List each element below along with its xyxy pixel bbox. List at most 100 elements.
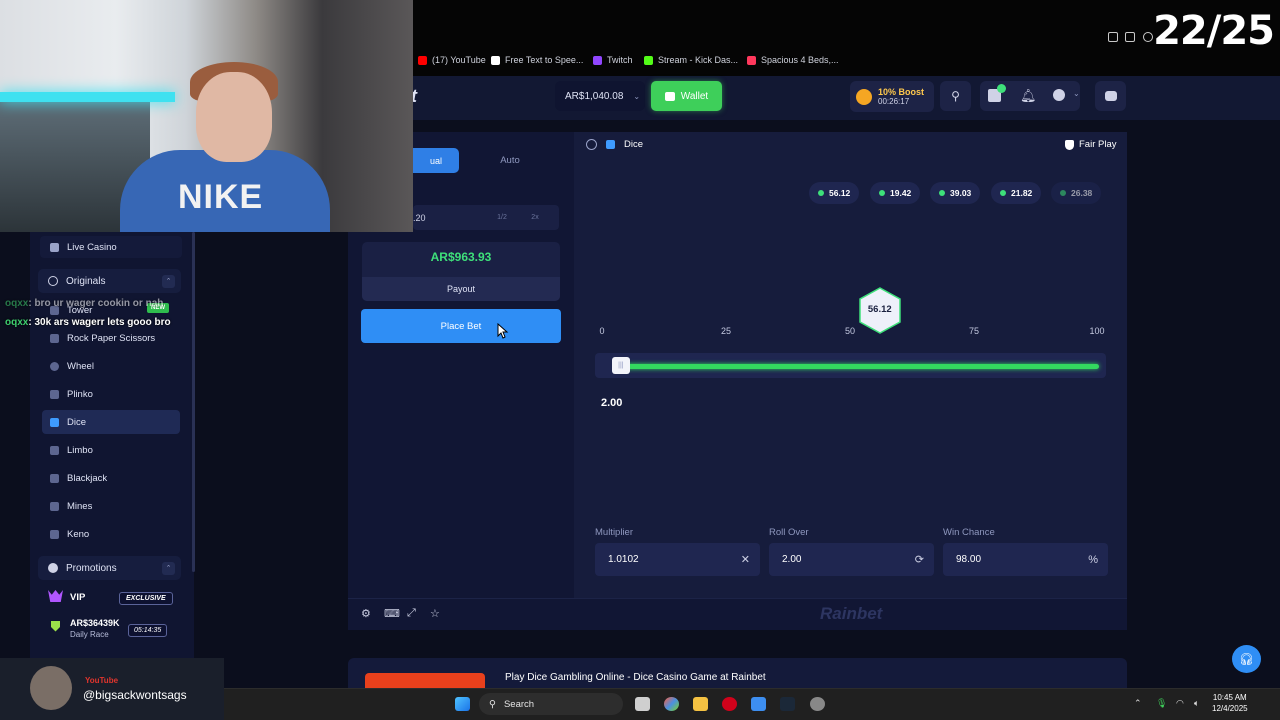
- windows-start-icon[interactable]: [455, 697, 470, 711]
- originals-icon: [48, 276, 58, 286]
- live-icon: [50, 242, 59, 252]
- sidebar-section-originals[interactable]: Originals ⌃: [38, 269, 181, 293]
- kick-icon: [644, 55, 653, 65]
- win-chance-field[interactable]: 98.00%: [943, 543, 1108, 576]
- obs-icon[interactable]: [810, 697, 825, 711]
- folder-icon[interactable]: [693, 697, 708, 711]
- multiplier-label: Multiplier: [595, 527, 634, 538]
- recent-result: 39.03: [930, 182, 981, 204]
- recent-result: 56.12: [809, 182, 860, 204]
- game-title: Dice: [586, 139, 643, 150]
- sidebar-item-live-casino[interactable]: Live Casino: [42, 235, 180, 259]
- sidebar-item-plinko[interactable]: Plinko: [42, 382, 180, 406]
- avatar: [30, 666, 72, 710]
- shield-icon[interactable]: [1143, 32, 1153, 42]
- expand-icon[interactable]: ⤢: [407, 607, 416, 620]
- wager-counter: 22/25: [1153, 8, 1275, 54]
- sidebar-section-promotions[interactable]: Promotions ⌃: [38, 556, 181, 580]
- close-icon[interactable]: ✕: [741, 553, 750, 566]
- bookmark-kick[interactable]: Stream - Kick Das...: [644, 55, 738, 65]
- pin-icon[interactable]: [1108, 32, 1118, 42]
- recent-result: 21.82: [991, 182, 1042, 204]
- task-view-icon[interactable]: [635, 697, 650, 711]
- copilot-icon[interactable]: [664, 697, 679, 711]
- exclusive-badge: EXCLUSIVE: [119, 592, 173, 605]
- webcam-overlay: NIKE: [0, 0, 413, 232]
- chat-button[interactable]: [1095, 81, 1126, 111]
- race-label[interactable]: Daily Race: [70, 630, 109, 639]
- rainbet-logo: Rainbet: [820, 604, 883, 623]
- scale-label: 0: [599, 326, 605, 336]
- support-button[interactable]: 🎧︎: [1232, 645, 1261, 673]
- chevron-up-icon[interactable]: ⌃: [162, 561, 175, 575]
- sidebar-scrollbar[interactable]: [192, 232, 195, 572]
- tab-auto[interactable]: Auto: [462, 148, 558, 173]
- result-value: 56.12: [867, 304, 892, 315]
- headset-icon: 🎧︎: [1238, 652, 1255, 666]
- game-toolbar: [348, 598, 1127, 630]
- bookmark-youtube[interactable]: (17) YouTube: [418, 55, 486, 65]
- sidebar-item-dice[interactable]: Dice: [42, 410, 180, 434]
- sidebar-item-mines[interactable]: Mines: [42, 494, 180, 518]
- boost-title: 10% Boost: [878, 87, 925, 97]
- bookmark-twitch[interactable]: Twitch: [593, 55, 633, 65]
- bookmark-airbnb[interactable]: Spacious 4 Beds,...: [747, 55, 839, 65]
- steam-icon[interactable]: [780, 697, 795, 711]
- wallet-icon: [664, 91, 675, 101]
- bell-icon[interactable]: 🔔︎: [1020, 88, 1037, 104]
- dice-icon: [50, 417, 59, 427]
- boost-widget[interactable]: 10% Boost 00:26:17: [850, 81, 934, 112]
- wallet-button[interactable]: Wallet: [651, 81, 722, 111]
- balance-display[interactable]: AR$1,040.08 ⌄: [555, 81, 645, 111]
- chevron-down-icon[interactable]: ⌄: [1073, 89, 1080, 98]
- slider-handle[interactable]: |||: [611, 357, 630, 374]
- wifi-icon[interactable]: ◠: [1176, 698, 1184, 709]
- bookmark-text-to-speech[interactable]: Free Text to Spee...: [491, 55, 583, 65]
- boost-timer: 00:26:17: [878, 97, 910, 106]
- microphone-icon[interactable]: 🎙︎: [1156, 698, 1167, 709]
- speaker-icon[interactable]: 🔈︎: [1194, 698, 1199, 709]
- chat-message: oqxx: bro ur wager cookin or nah: [5, 298, 164, 309]
- store-icon[interactable]: [751, 697, 766, 711]
- hoodie-logo: NIKE: [178, 178, 264, 216]
- promotions-icon: [48, 563, 58, 573]
- percent-suffix: %: [1088, 553, 1098, 566]
- user-icon[interactable]: [1053, 89, 1065, 101]
- sidebar-item-limbo[interactable]: Limbo: [42, 438, 180, 462]
- search-button[interactable]: ⚲: [940, 81, 971, 111]
- grip-icon: |||: [618, 362, 624, 369]
- twitch-icon: [593, 55, 602, 65]
- notification-dot: [997, 84, 1006, 93]
- chevron-up-icon[interactable]: ⌃: [1134, 698, 1142, 709]
- scale-label: 100: [1089, 326, 1105, 336]
- swap-icon[interactable]: ⟳: [915, 553, 924, 566]
- vip-label[interactable]: VIP: [70, 592, 85, 603]
- chat-message: oqxx: 30k ars wagerr lets gooo bro: [5, 317, 171, 328]
- cursor-icon: [497, 323, 509, 339]
- sidebar-item-rock-paper-scissors[interactable]: Rock Paper Scissors: [42, 326, 180, 350]
- gear-icon[interactable]: ⚙: [361, 607, 371, 620]
- sidebar-item-keno[interactable]: Keno: [42, 522, 180, 546]
- mine-icon: [50, 501, 59, 511]
- opera-icon[interactable]: [722, 697, 737, 711]
- sidebar-item-blackjack[interactable]: Blackjack: [42, 466, 180, 490]
- multiplier-field[interactable]: 1.0102 ✕: [595, 543, 760, 576]
- keyboard-icon[interactable]: ⌨: [384, 607, 400, 620]
- streamer-handle: @bigsackwontsags: [83, 688, 187, 702]
- half-button[interactable]: 1/2: [492, 210, 512, 225]
- sidebar-item-wheel[interactable]: Wheel: [42, 354, 180, 378]
- taskbar-clock[interactable]: 10:45 AM 12/4/2025: [1212, 692, 1248, 714]
- payout-value: AR$963.93: [430, 250, 492, 264]
- double-button[interactable]: 2x: [525, 210, 545, 225]
- fair-play-button[interactable]: Fair Play: [1065, 139, 1116, 150]
- search-icon: ⚲: [951, 89, 960, 103]
- roll-over-field[interactable]: 2.00 ⟳: [769, 543, 934, 576]
- info-icon[interactable]: [586, 139, 597, 150]
- place-bet-button[interactable]: Place Bet: [361, 309, 561, 343]
- chevron-up-icon[interactable]: ⌃: [162, 274, 175, 288]
- screenshot-icon[interactable]: [1125, 32, 1135, 42]
- taskbar-search[interactable]: ⚲ Search: [479, 693, 623, 715]
- tab-manual[interactable]: ual: [413, 148, 459, 173]
- seo-title: Play Dice Gambling Online - Dice Casino …: [505, 672, 766, 683]
- star-icon[interactable]: ☆: [430, 607, 440, 620]
